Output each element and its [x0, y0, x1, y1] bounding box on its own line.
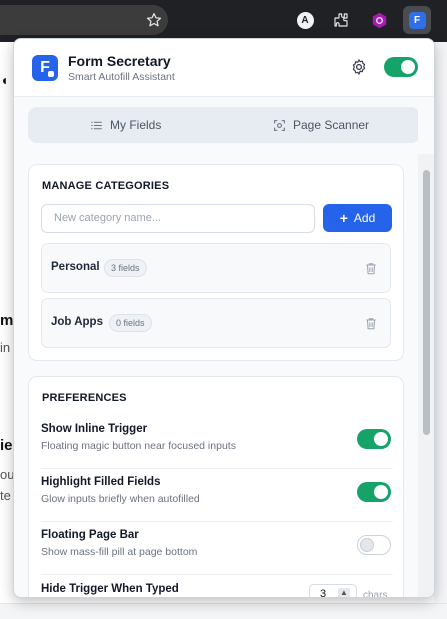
pref-hide-trigger-typed: Hide Trigger When Typed 3 ▲ chars	[41, 576, 393, 598]
account-initial: A	[296, 11, 314, 29]
field-count-badge: 3 fields	[104, 259, 147, 277]
logo-dot	[48, 71, 54, 77]
stepper-value: 3	[320, 588, 327, 598]
pref-description: Show mass-fill pill at page bottom	[41, 546, 198, 558]
extension-popup: F Form Secretary Smart Autofill Assistan…	[13, 38, 435, 598]
field-count-badge: 0 fields	[109, 314, 152, 332]
floating-page-bar-toggle[interactable]	[357, 535, 391, 555]
page-text-fragment: ie	[0, 437, 13, 454]
chevron-up-icon[interactable]: ▲	[338, 588, 350, 597]
category-name: Personal	[51, 261, 100, 273]
app-subtitle: Smart Autofill Assistant	[68, 71, 175, 83]
add-button-label: Add	[353, 211, 376, 225]
tab-label: Page Scanner	[293, 118, 370, 132]
new-category-input[interactable]: New category name...	[41, 204, 315, 233]
page-scrollbar-track	[434, 42, 447, 619]
pref-highlight-filled: Highlight Filled Fields Glow inputs brie…	[41, 470, 393, 522]
preferences-card: PREFERENCES Show Inline Trigger Floating…	[28, 376, 404, 598]
category-row[interactable]: Personal 3 fields	[41, 243, 391, 293]
toggle-knob	[374, 432, 388, 446]
trash-icon[interactable]	[364, 261, 378, 277]
highlight-filled-toggle[interactable]	[357, 482, 391, 502]
account-icon[interactable]: A	[294, 9, 316, 31]
page-text-fragment: te	[0, 488, 11, 503]
chars-stepper[interactable]: 3 ▲	[309, 584, 357, 598]
list-icon	[91, 121, 102, 129]
category-name: Job Apps	[51, 316, 103, 328]
tab-label: My Fields	[110, 118, 162, 132]
browser-toolbar: A F	[0, 0, 447, 42]
master-enable-toggle[interactable]	[384, 57, 418, 77]
section-title: PREFERENCES	[42, 392, 127, 404]
page-text-fragment: in	[0, 340, 11, 355]
settings-gear-icon[interactable]	[350, 58, 370, 78]
category-row[interactable]: Job Apps 0 fields	[41, 298, 391, 348]
tab-page-scanner[interactable]: Page Scanner	[273, 107, 369, 143]
popup-scrollbar[interactable]	[418, 154, 434, 597]
toggle-knob	[401, 60, 415, 74]
toggle-knob	[360, 537, 374, 552]
app-title: Form Secretary	[68, 53, 171, 69]
toggle-knob	[374, 485, 388, 499]
trash-icon[interactable]	[364, 316, 378, 332]
popup-header: F Form Secretary Smart Autofill Assistan…	[14, 39, 434, 97]
tab-my-fields[interactable]: My Fields	[90, 107, 161, 143]
section-title: MANAGE CATEGORIES	[42, 180, 170, 192]
pref-label: Floating Page Bar	[41, 529, 139, 541]
pref-label: Highlight Filled Fields	[41, 476, 161, 488]
purple-extension-icon[interactable]	[368, 9, 390, 31]
show-inline-trigger-toggle[interactable]	[357, 429, 391, 449]
scrollbar-thumb[interactable]	[423, 170, 430, 435]
scan-icon	[274, 119, 285, 131]
manage-categories-card: MANAGE CATEGORIES New category name... +…	[28, 164, 404, 361]
add-category-button[interactable]: + Add	[323, 204, 392, 232]
form-secretary-extension-icon[interactable]: F	[403, 6, 431, 34]
plus-icon: +	[339, 210, 348, 226]
extension-initial: F	[408, 11, 426, 29]
app-logo: F	[32, 55, 58, 81]
bookmark-star-icon[interactable]	[143, 9, 165, 31]
pref-description: Glow inputs briefly when autofilled	[41, 493, 200, 505]
pref-show-inline-trigger: Show Inline Trigger Floating magic butto…	[41, 417, 393, 469]
pref-label: Hide Trigger When Typed	[41, 583, 179, 595]
page-github-icon: ◖	[0, 72, 9, 88]
extensions-puzzle-icon[interactable]	[330, 9, 352, 31]
page-footer	[0, 603, 447, 619]
pref-description: Floating magic button near focused input…	[41, 440, 236, 452]
popup-scroll-area[interactable]: My Fields Page Scanner MANAGE CATEGORIES…	[14, 98, 418, 598]
pref-label: Show Inline Trigger	[41, 423, 148, 435]
tab-bar: My Fields Page Scanner	[28, 107, 418, 143]
chars-unit-label: chars	[363, 590, 388, 598]
pref-floating-page-bar: Floating Page Bar Show mass-fill pill at…	[41, 523, 393, 575]
